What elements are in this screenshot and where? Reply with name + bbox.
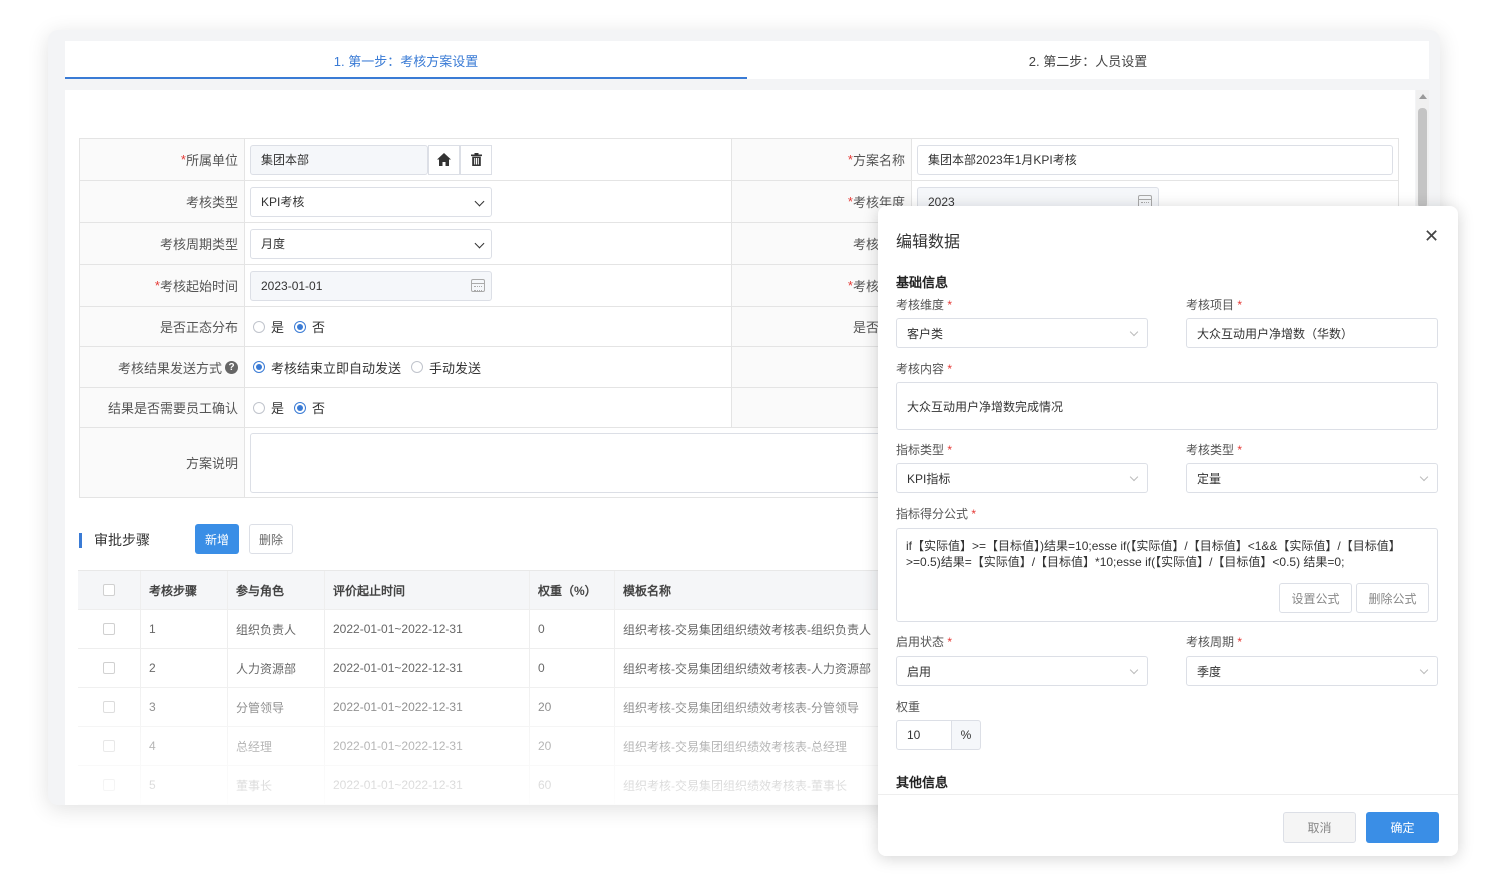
- chevron-down-icon: [474, 238, 485, 248]
- cycle-type-label: 考核周期类型: [80, 223, 245, 264]
- dialog-title: 编辑数据: [896, 234, 961, 251]
- assess-type-select[interactable]: KPI考核: [250, 186, 492, 217]
- chevron-down-icon: [1129, 665, 1139, 675]
- edit-data-dialog: 编辑数据 ✕ 基础信息 考核维度 * 客户类 考核项目 * 大众互动用户净增数（…: [878, 206, 1458, 856]
- row-checkbox[interactable]: [103, 740, 115, 752]
- home-icon: [437, 153, 451, 166]
- set-formula-button[interactable]: 设置公式: [1279, 583, 1352, 613]
- chevron-down-icon: [1419, 665, 1429, 675]
- row-checkbox[interactable]: [103, 623, 115, 635]
- confirm-button[interactable]: 确定: [1366, 812, 1439, 843]
- send-mode-label: 考核结果发送方式?: [80, 347, 245, 387]
- calendar-icon: [471, 278, 485, 292]
- weight-input[interactable]: 10: [896, 720, 952, 750]
- close-icon[interactable]: ✕: [1424, 226, 1439, 247]
- tab-step-1[interactable]: 1. 第一步：考核方案设置: [65, 41, 747, 79]
- tab-step-2[interactable]: 2. 第二步：人员设置: [747, 41, 1429, 79]
- scroll-up-arrow-icon[interactable]: [1419, 94, 1427, 99]
- add-step-button[interactable]: 新增: [195, 524, 239, 554]
- assess-type-value: KPI考核: [261, 195, 305, 209]
- other-info-title: 其他信息: [896, 775, 949, 790]
- normal-dist-yes-radio[interactable]: 是: [253, 317, 284, 336]
- item-label: 考核项目 *: [1186, 298, 1243, 312]
- row-checkbox[interactable]: [103, 701, 115, 713]
- item-input[interactable]: 大众互动用户净增数（华数）: [1186, 318, 1438, 348]
- approval-section-title: 审批步骤: [79, 530, 150, 550]
- col-step: 考核步骤: [141, 571, 228, 609]
- cancel-button[interactable]: 取消: [1283, 812, 1356, 843]
- form-row: * 所属单位 集团本部 * 方案名称 集团本部2023年1月KPI考核: [80, 139, 1399, 181]
- trash-icon: [470, 153, 482, 166]
- start-time-value: 2023-01-01: [261, 278, 323, 293]
- home-button[interactable]: [428, 144, 460, 175]
- cycle-type-select[interactable]: 月度: [250, 228, 492, 259]
- dimension-label: 考核维度 *: [896, 298, 953, 312]
- row-checkbox[interactable]: [103, 779, 115, 791]
- indicator-type-select[interactable]: KPI指标: [896, 463, 1148, 493]
- scroll-thumb[interactable]: [1418, 108, 1427, 208]
- plan-name-label: * 方案名称: [732, 139, 912, 180]
- chevron-down-icon: [1129, 472, 1139, 482]
- step-tabs: 1. 第一步：考核方案设置 2. 第二步：人员设置: [65, 41, 1429, 79]
- content-input[interactable]: 大众互动用户净增数完成情况: [896, 382, 1438, 430]
- basic-info-title: 基础信息: [896, 275, 949, 290]
- dlg-cycle-select[interactable]: 季度: [1186, 656, 1438, 686]
- confirm-no-radio[interactable]: 否: [294, 398, 325, 417]
- confirm-yes-radio[interactable]: 是: [253, 398, 284, 417]
- unit-label: * 所属单位: [80, 139, 245, 180]
- chevron-down-icon: [1129, 327, 1139, 337]
- row-checkbox[interactable]: [103, 662, 115, 674]
- section-bar: [79, 532, 82, 548]
- dlg-assess-type-label: 考核类型 *: [1186, 443, 1243, 457]
- desc-label: 方案说明: [80, 428, 245, 497]
- send-auto-radio[interactable]: 考核结束立即自动发送: [253, 358, 401, 377]
- unit-input[interactable]: 集团本部: [250, 144, 428, 175]
- send-manual-radio[interactable]: 手动发送: [411, 358, 481, 377]
- start-time-input[interactable]: 2023-01-01: [250, 270, 492, 301]
- indicator-type-label: 指标类型 *: [896, 443, 953, 457]
- help-icon[interactable]: ?: [225, 360, 238, 374]
- delete-step-button[interactable]: 删除: [249, 524, 293, 554]
- select-all-checkbox[interactable]: [103, 584, 115, 596]
- clear-button[interactable]: [460, 144, 492, 175]
- chevron-down-icon: [474, 196, 485, 206]
- delete-formula-button[interactable]: 删除公式: [1356, 583, 1429, 613]
- dlg-cycle-label: 考核周期 *: [1186, 635, 1243, 649]
- chevron-down-icon: [1419, 472, 1429, 482]
- status-label: 启用状态 *: [896, 635, 953, 649]
- dialog-footer: 取消 确定: [878, 794, 1458, 856]
- normal-dist-label: 是否正态分布: [80, 307, 245, 346]
- col-period: 评价起止时间: [325, 571, 530, 609]
- assess-type-label: 考核类型: [80, 181, 245, 222]
- plan-name-input[interactable]: 集团本部2023年1月KPI考核: [917, 144, 1393, 175]
- weight-unit: %: [951, 720, 981, 750]
- approval-title: 审批步骤: [94, 532, 150, 548]
- col-weight: 权重（%）: [530, 571, 615, 609]
- weight-label: 权重: [896, 700, 921, 714]
- dlg-assess-type-select[interactable]: 定量: [1186, 463, 1438, 493]
- cycle-type-value: 月度: [261, 237, 286, 251]
- start-time-label: * 考核起始时间: [80, 265, 245, 306]
- normal-dist-no-radio[interactable]: 否: [294, 317, 325, 336]
- dimension-select[interactable]: 客户类: [896, 318, 1148, 348]
- col-role: 参与角色: [228, 571, 325, 609]
- confirm-label: 结果是否需要员工确认: [80, 388, 245, 427]
- formula-label: 指标得分公式 *: [896, 507, 977, 521]
- content-label: 考核内容 *: [896, 362, 953, 376]
- status-select[interactable]: 启用: [896, 656, 1148, 686]
